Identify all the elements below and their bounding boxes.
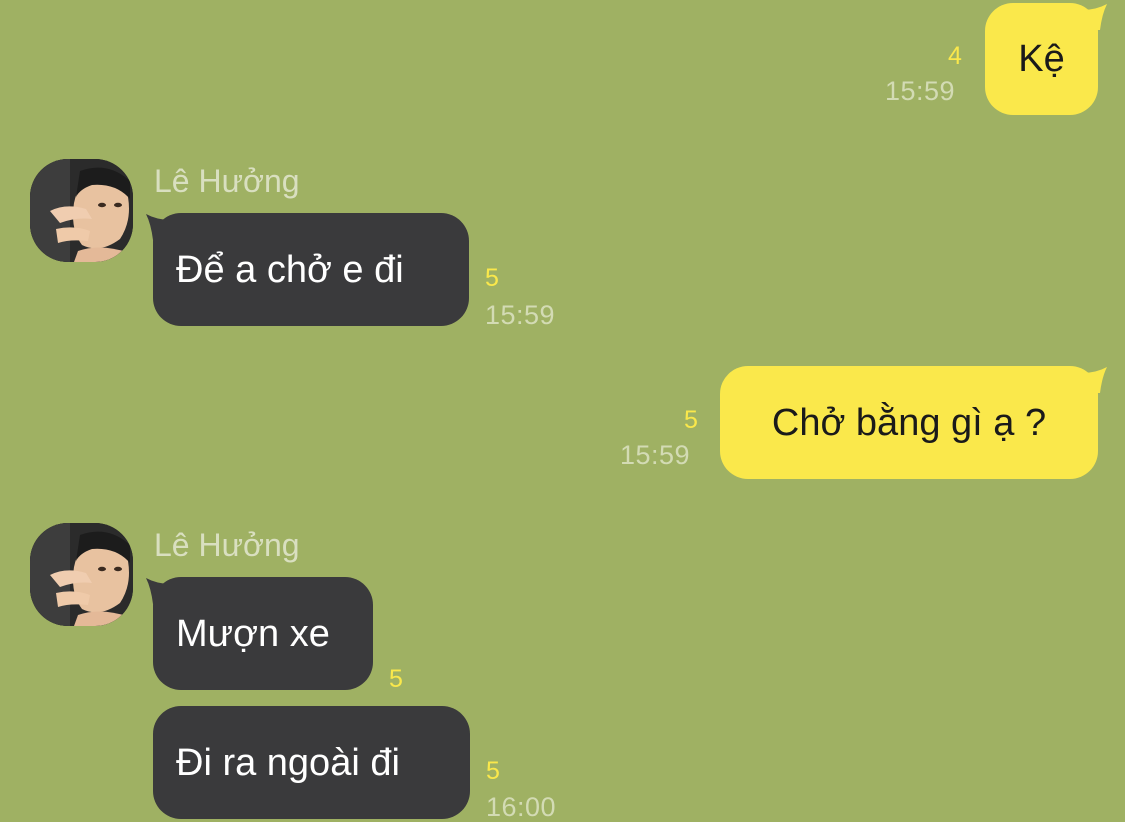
unread-count: 4 (948, 42, 962, 70)
unread-count: 5 (485, 264, 499, 292)
unread-count: 5 (389, 665, 403, 693)
message-time: 15:59 (885, 76, 956, 106)
message-bubble[interactable]: Mượn xe (153, 577, 373, 690)
bubble-tail (1082, 367, 1108, 393)
bubble-tail (1082, 4, 1108, 30)
message-text: Để a chở e đi (176, 248, 404, 291)
message-bubble[interactable]: Chở bằng gì ạ ? (720, 366, 1098, 479)
message-text: Kệ (1018, 38, 1065, 80)
message-text: Chở bằng gì ạ ? (771, 401, 1047, 444)
profile-photo-icon (30, 523, 133, 626)
sender-name: Lê Hưởng (154, 527, 300, 563)
sender-name: Lê Hưởng (154, 163, 300, 199)
avatar[interactable] (30, 523, 133, 626)
message-bubble[interactable]: Để a chở e đi (153, 213, 469, 326)
message-text: Mượn xe (176, 612, 330, 655)
unread-count: 5 (684, 406, 698, 434)
message-time: 15:59 (620, 440, 691, 470)
profile-photo-icon (30, 159, 133, 262)
message-bubble[interactable]: Đi ra ngoài đi (153, 706, 470, 819)
message-time: 16:00 (486, 792, 557, 822)
message-text: Đi ra ngoài đi (176, 741, 400, 784)
chat-message-list[interactable]: 4 15:59 Kệ Lê Hưởng Để a chở e đi 5 15:5… (0, 0, 1125, 821)
unread-count: 5 (486, 757, 500, 785)
avatar[interactable] (30, 159, 133, 262)
message-time: 15:59 (485, 300, 556, 330)
